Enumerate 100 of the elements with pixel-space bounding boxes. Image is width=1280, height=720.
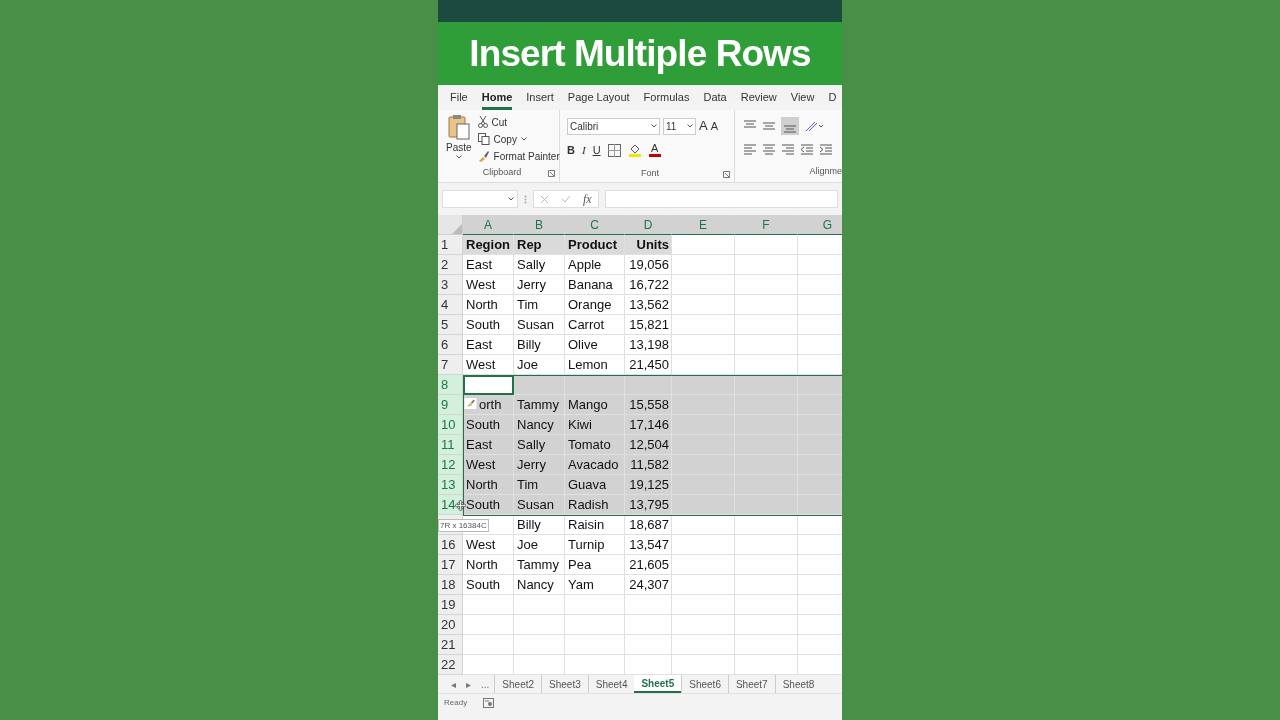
ribbon-tab[interactable]: D [828, 88, 837, 110]
middle-align-icon[interactable] [762, 120, 776, 132]
cancel-icon[interactable] [540, 194, 549, 204]
table-cell: Tomato [565, 435, 625, 455]
increase-font-size-button[interactable]: A [699, 116, 708, 136]
paste-options-icon[interactable] [464, 397, 477, 410]
table-cell: Raisin [565, 515, 625, 535]
ribbon-tab[interactable]: Insert [526, 88, 554, 110]
scissors-icon [477, 116, 488, 128]
group-label: Alignme [809, 165, 842, 178]
row-header[interactable]: 12 [438, 455, 463, 475]
format-painter-button[interactable]: Format Painter [477, 149, 560, 163]
table-cell: West [463, 275, 514, 295]
column-header[interactable]: F [735, 215, 798, 235]
formula-input[interactable] [604, 190, 838, 208]
dialog-launcher-icon[interactable] [548, 169, 555, 177]
row-header[interactable]: 4 [438, 295, 463, 315]
row-header[interactable]: 16 [438, 535, 463, 555]
table-cell: Sally [514, 435, 565, 455]
status-text: Ready [444, 696, 468, 709]
table-cell: East [463, 255, 514, 275]
table-cell: 17,146 [625, 415, 672, 435]
table-cell: West [463, 355, 514, 375]
row-header[interactable]: 3 [438, 275, 463, 295]
table-cell: Susan [514, 495, 565, 515]
row-header[interactable]: 17 [438, 555, 463, 575]
previous-sheet-button[interactable]: ◂ [446, 676, 461, 692]
row-header[interactable]: 5 [438, 315, 463, 335]
row-header[interactable]: 8 [438, 375, 463, 395]
row-header[interactable]: 11 [438, 435, 463, 455]
row-header[interactable]: 20 [438, 615, 463, 635]
selection-size-tooltip: 7R x 16384C [438, 519, 489, 532]
sheet-tab[interactable]: Sheet5 [634, 675, 682, 693]
increase-indent-icon[interactable] [819, 144, 833, 156]
column-header[interactable]: E [672, 215, 735, 235]
paste-button[interactable]: Paste [446, 114, 472, 166]
table-cell: 12,504 [625, 435, 672, 455]
row-header[interactable]: 13 [438, 475, 463, 495]
row-header[interactable]: 2 [438, 255, 463, 275]
table-cell: 16,722 [625, 275, 672, 295]
borders-icon[interactable] [607, 143, 621, 157]
paintbrush-icon [477, 150, 490, 162]
row-header[interactable]: 1 [438, 235, 463, 255]
table-cell: Turnip [565, 535, 625, 555]
ribbon-tab[interactable]: Review [740, 88, 777, 110]
table-cell: Radish [565, 495, 625, 515]
ribbon-tab[interactable]: Formulas [643, 88, 690, 110]
underline-button[interactable]: U [592, 141, 601, 159]
table-cell: North [463, 555, 514, 575]
table-cell: Yam [565, 575, 625, 595]
copy-button[interactable]: Copy [477, 132, 560, 146]
row-header[interactable]: 10 [438, 415, 463, 435]
name-box[interactable] [442, 190, 518, 208]
fill-color-icon[interactable] [627, 143, 642, 157]
table-cell: 19,125 [625, 475, 672, 495]
ribbon-tab[interactable]: Data [703, 88, 727, 110]
bold-button[interactable]: B [567, 141, 575, 159]
table-cell: Nancy [514, 575, 565, 595]
row-header[interactable]: 9 [438, 395, 463, 415]
decrease-indent-icon[interactable] [800, 144, 814, 156]
row-header[interactable]: 22 [438, 655, 463, 675]
insert-function-button[interactable]: fx [583, 190, 592, 208]
copy-icon [477, 133, 490, 145]
column-header[interactable]: D [625, 215, 672, 235]
font-size-dropdown[interactable]: 11 [663, 117, 696, 135]
column-header[interactable]: G [798, 215, 842, 235]
italic-button[interactable]: I [581, 141, 586, 159]
table-cell: 24,307 [625, 575, 672, 595]
caret-icon [687, 124, 693, 128]
next-sheet-button[interactable]: ▸ [461, 676, 476, 692]
align-right-icon[interactable] [781, 144, 795, 156]
cut-button[interactable]: Cut [477, 115, 560, 129]
ribbon-tab[interactable]: Page Layout [567, 88, 630, 110]
row-header[interactable]: 6 [438, 335, 463, 355]
orientation-icon[interactable] [804, 120, 824, 132]
font-name-dropdown[interactable]: Calibri [567, 117, 660, 135]
decrease-font-size-button[interactable]: A [710, 117, 718, 135]
align-left-icon[interactable] [743, 144, 757, 156]
table-cell: South [463, 315, 514, 335]
bottom-align-icon[interactable] [781, 117, 799, 135]
table-cell: Orange [565, 295, 625, 315]
macro-record-icon[interactable] [483, 697, 495, 708]
column-header[interactable]: A [463, 215, 514, 235]
ribbon-tab[interactable]: File [450, 88, 468, 110]
column-header[interactable]: C [565, 215, 625, 235]
row-header[interactable]: 7 [438, 355, 463, 375]
table-cell: Guava [565, 475, 625, 495]
more-sheets-button[interactable]: ... [476, 676, 495, 692]
corner-triangle-icon [452, 224, 462, 234]
align-center-icon[interactable] [762, 144, 776, 156]
column-header[interactable]: B [514, 215, 565, 235]
table-cell: Tammy [514, 555, 565, 575]
font-color-button[interactable]: A [648, 143, 661, 157]
row-header[interactable]: 18 [438, 575, 463, 595]
ribbon-tab[interactable]: View [790, 88, 815, 110]
row-header[interactable]: 21 [438, 635, 463, 655]
row-header[interactable]: 19 [438, 595, 463, 615]
select-all-corner[interactable] [438, 215, 463, 235]
dialog-launcher-icon[interactable] [723, 170, 730, 178]
enter-icon[interactable] [561, 195, 571, 203]
